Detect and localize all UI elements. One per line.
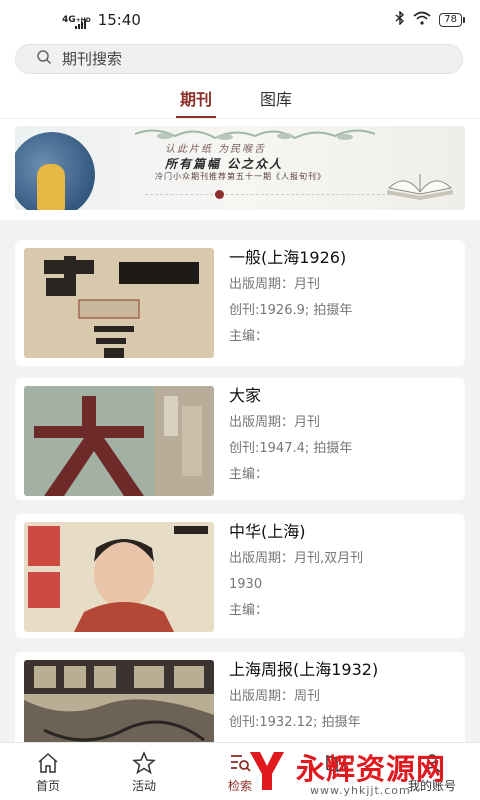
status-left: 4G+HD 15:40 <box>62 11 141 29</box>
journal-cycle: 出版周期：月刊 <box>229 415 321 430</box>
journal-founded: 创刊:1932.12; 拍摄年 <box>229 715 361 730</box>
banner-divider <box>145 194 405 195</box>
journal-info: 上海周报(上海1932) 出版周期：周刊 创刊:1932.12; 拍摄年 <box>229 660 378 736</box>
nav-activity[interactable]: 活动 <box>96 743 192 800</box>
journal-cover-image <box>24 522 214 632</box>
journal-founded: 创刊:1926.9; 拍摄年 <box>229 303 353 318</box>
banner-page-indicator <box>215 190 224 199</box>
tab-gallery[interactable]: 图库 <box>260 86 292 110</box>
journal-editor: 主编： <box>229 329 269 344</box>
search-icon <box>36 49 52 69</box>
nav-home-label: 首页 <box>35 779 60 793</box>
nav-bookshelf[interactable] <box>288 743 384 800</box>
journal-card[interactable]: 中华(上海) 出版周期：月刊,双月刊 1930 主编： <box>15 514 465 638</box>
journal-founded: 创刊:1947.4; 拍摄年 <box>229 441 353 456</box>
journal-cycle: 出版周期：月刊,双月刊 <box>229 551 364 566</box>
book-icon <box>326 755 346 772</box>
journal-info: 中华(上海) 出版周期：月刊,双月刊 1930 主编： <box>229 522 363 624</box>
promo-banner[interactable]: 认此片纸 为民喉舌 所有篇幅 公之众人 冷门小众期刊推荐第五十一期《人报旬刊》 <box>15 126 465 210</box>
journal-cover-image <box>24 248 214 358</box>
nav-account-label: 我的账号 <box>407 779 456 793</box>
search-list-icon <box>231 755 251 772</box>
journal-title: 中华(上海) <box>229 522 306 541</box>
banner-text-line2: 所有篇幅 公之众人 <box>165 157 284 171</box>
journal-info: 大家 出版周期：月刊 创刊:1947.4; 拍摄年 主编： <box>229 386 352 488</box>
journal-cycle: 出版周期：周刊 <box>229 689 321 704</box>
star-icon <box>132 751 156 775</box>
tab-bar: 期刊 图库 <box>0 86 480 118</box>
status-bar: 4G+HD 15:40 78 <box>0 0 480 40</box>
banner-text-line3: 冷门小众期刊推荐第五十一期《人报旬刊》 <box>155 172 326 181</box>
journal-cover-image <box>24 386 214 496</box>
wifi-icon <box>413 11 431 29</box>
status-right: 78 <box>395 10 465 29</box>
nav-activity-label: 活动 <box>131 779 156 793</box>
nav-search[interactable]: 检索 <box>192 743 288 800</box>
home-icon <box>38 752 58 773</box>
nav-search-label: 检索 <box>227 779 252 793</box>
signal-icon <box>74 19 86 29</box>
user-icon <box>423 754 441 773</box>
journal-info: 一般(上海1926) 出版周期：月刊 创刊:1926.9; 拍摄年 主编： <box>229 248 352 350</box>
tab-journals[interactable]: 期刊 <box>175 86 217 118</box>
journal-editor: 主编： <box>229 467 269 482</box>
tab-divider <box>0 118 480 119</box>
banner-person-illustration <box>37 164 65 210</box>
battery-icon: 78 <box>439 13 465 27</box>
journal-title: 上海周报(上海1932) <box>229 660 379 679</box>
header: 期刊 图库 认此片纸 为民喉舌 所有篇幅 公之众人 冷门小众期刊推荐第五十一期《… <box>0 40 480 220</box>
banner-text-line1: 认此片纸 为民喉舌 <box>165 144 267 155</box>
journal-founded: 1930 <box>229 577 263 592</box>
search-input[interactable] <box>62 50 442 68</box>
nav-account[interactable]: 我的账号 <box>384 743 480 800</box>
journal-editor: 主编： <box>229 603 269 618</box>
network-label: 4G <box>62 14 76 25</box>
journal-title: 一般(上海1926) <box>229 248 347 267</box>
book-illustration <box>387 174 453 200</box>
search-bar[interactable] <box>15 44 463 74</box>
status-time: 15:40 <box>97 11 141 29</box>
journal-cycle: 出版周期：月刊 <box>229 277 321 292</box>
bluetooth-icon <box>395 10 405 29</box>
journal-card[interactable]: 一般(上海1926) 出版周期：月刊 创刊:1926.9; 拍摄年 主编： <box>15 240 465 366</box>
journal-card[interactable]: 大家 出版周期：月刊 创刊:1947.4; 拍摄年 主编： <box>15 378 465 500</box>
bottom-nav: 首页 活动 检索 我的账号 <box>0 742 480 800</box>
journal-title: 大家 <box>229 386 262 405</box>
nav-home[interactable]: 首页 <box>0 743 96 800</box>
